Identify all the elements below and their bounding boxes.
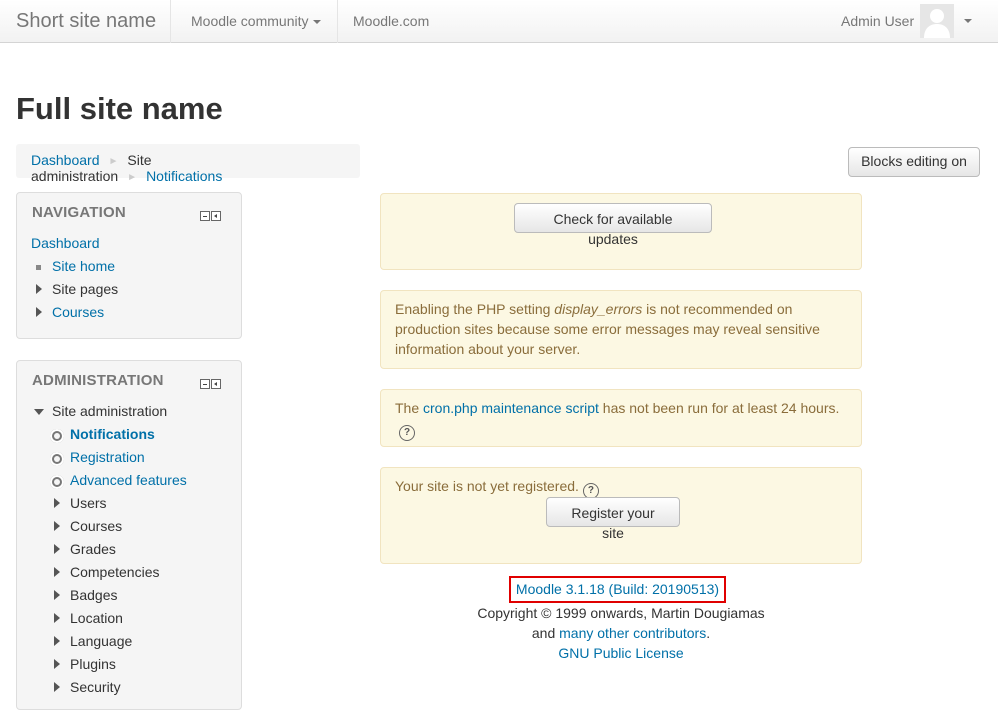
moodle-com-link[interactable]: Moodle.com (353, 13, 429, 29)
expand-arrow-icon[interactable] (54, 636, 60, 646)
collapse-icon[interactable] (200, 379, 210, 389)
breadcrumb-separator-icon: ► (127, 172, 138, 183)
contributors-link[interactable]: many other contributors (559, 625, 706, 641)
collapse-arrow-icon[interactable] (34, 409, 44, 415)
top-navbar: Short site name Moodle community Moodle.… (0, 0, 998, 43)
moodle-community-menu[interactable]: Moodle community (191, 13, 321, 29)
admin-item-location[interactable]: Location (70, 610, 123, 626)
dock-icon[interactable] (211, 379, 221, 389)
moodle-version-link[interactable]: Moodle 3.1.18 (Build: 20190513) (516, 581, 719, 597)
breadcrumb-dashboard[interactable]: Dashboard (31, 152, 100, 168)
admin-item-security[interactable]: Security (70, 679, 121, 695)
cron-notice: The cron.php maintenance script has not … (380, 389, 862, 447)
cron-text-post: has not been run for at least 24 hours. (598, 400, 840, 416)
expand-arrow-icon[interactable] (36, 307, 42, 317)
moodle-community-label: Moodle community (191, 13, 309, 29)
copyright-text: Copyright © 1999 onwards, Martin Dougiam… (477, 605, 765, 621)
display-errors-setting: display_errors (554, 301, 643, 317)
expand-arrow-icon[interactable] (54, 682, 60, 692)
administration-block: ADMINISTRATION Site administration Notif… (16, 360, 242, 710)
gear-icon (50, 450, 64, 468)
license-line: GNU Public License (380, 645, 862, 661)
contributors-line: and many other contributors. (380, 625, 862, 641)
gear-icon (50, 427, 64, 445)
expand-arrow-icon[interactable] (54, 659, 60, 669)
moodle-version-link-box: Moodle 3.1.18 (Build: 20190513) (509, 576, 726, 603)
nav-item-site-pages[interactable]: Site pages (52, 281, 118, 297)
display-errors-text-pre: Enabling the PHP setting (395, 301, 555, 317)
nav-item-site-home[interactable]: Site home (52, 258, 115, 274)
cron-text-pre: The (395, 400, 424, 416)
administration-block-title: ADMINISTRATION (32, 372, 164, 389)
expand-arrow-icon[interactable] (54, 567, 60, 577)
navbar-divider (337, 0, 338, 43)
breadcrumb-notifications[interactable]: Notifications (146, 168, 222, 184)
expand-arrow-icon[interactable] (36, 284, 42, 294)
user-menu-chevron-icon[interactable] (964, 19, 972, 23)
admin-item-language[interactable]: Language (70, 633, 132, 649)
admin-item-grades[interactable]: Grades (70, 541, 116, 557)
admin-item-registration[interactable]: Registration (70, 449, 145, 465)
admin-item-site-administration[interactable]: Site administration (52, 403, 167, 419)
navbar-divider (170, 0, 171, 43)
page-title: Full site name (16, 91, 223, 126)
user-avatar-icon (920, 4, 954, 38)
nav-item-dashboard[interactable]: Dashboard (31, 235, 100, 251)
gear-icon (50, 473, 64, 491)
breadcrumb: Dashboard ► Site administration ► Notificati… (16, 144, 360, 184)
expand-arrow-icon[interactable] (54, 544, 60, 554)
breadcrumb-separator-icon: ► (108, 156, 119, 167)
brand-link[interactable]: Short site name (16, 10, 156, 33)
registration-text: Your site is not yet registered. (395, 478, 579, 494)
expand-arrow-icon[interactable] (54, 498, 60, 508)
avatar[interactable] (920, 4, 954, 38)
expand-arrow-icon[interactable] (54, 590, 60, 600)
register-site-button[interactable]: Register your site (546, 497, 680, 541)
bullet-icon (36, 265, 41, 270)
admin-item-competencies[interactable]: Competencies (70, 564, 160, 580)
cron-script-link[interactable]: cron.php maintenance script (423, 400, 599, 416)
collapse-icon[interactable] (200, 211, 210, 221)
admin-item-plugins[interactable]: Plugins (70, 656, 116, 672)
and-text: and (531, 625, 560, 641)
period-text: . (706, 625, 711, 641)
user-name[interactable]: Admin User (841, 13, 914, 29)
expand-arrow-icon[interactable] (54, 613, 60, 623)
admin-item-badges[interactable]: Badges (70, 587, 117, 603)
registration-notice: Your site is not yet registered.? Regist… (380, 467, 862, 564)
expand-arrow-icon[interactable] (54, 521, 60, 531)
block-controls (199, 208, 221, 224)
nav-item-courses[interactable]: Courses (52, 304, 104, 320)
registration-status: Your site is not yet registered.? (395, 476, 599, 499)
block-controls (199, 376, 221, 392)
display-errors-notice: Enabling the PHP setting display_errors … (380, 290, 862, 369)
check-updates-button[interactable]: Check for available updates (514, 203, 712, 247)
admin-item-courses[interactable]: Courses (70, 518, 122, 534)
navigation-block: NAVIGATION Dashboard Site home Site page… (16, 192, 242, 339)
admin-item-users[interactable]: Users (70, 495, 107, 511)
blocks-editing-button[interactable]: Blocks editing on (848, 147, 980, 177)
updates-notice: Check for available updates (380, 193, 862, 270)
navigation-block-title: NAVIGATION (32, 204, 126, 221)
license-link[interactable]: GNU Public License (558, 645, 683, 661)
help-icon[interactable]: ? (399, 425, 415, 441)
admin-item-notifications[interactable]: Notifications (70, 426, 155, 442)
admin-item-advanced-features[interactable]: Advanced features (70, 472, 187, 488)
chevron-down-icon (312, 20, 321, 25)
dock-icon[interactable] (211, 211, 221, 221)
